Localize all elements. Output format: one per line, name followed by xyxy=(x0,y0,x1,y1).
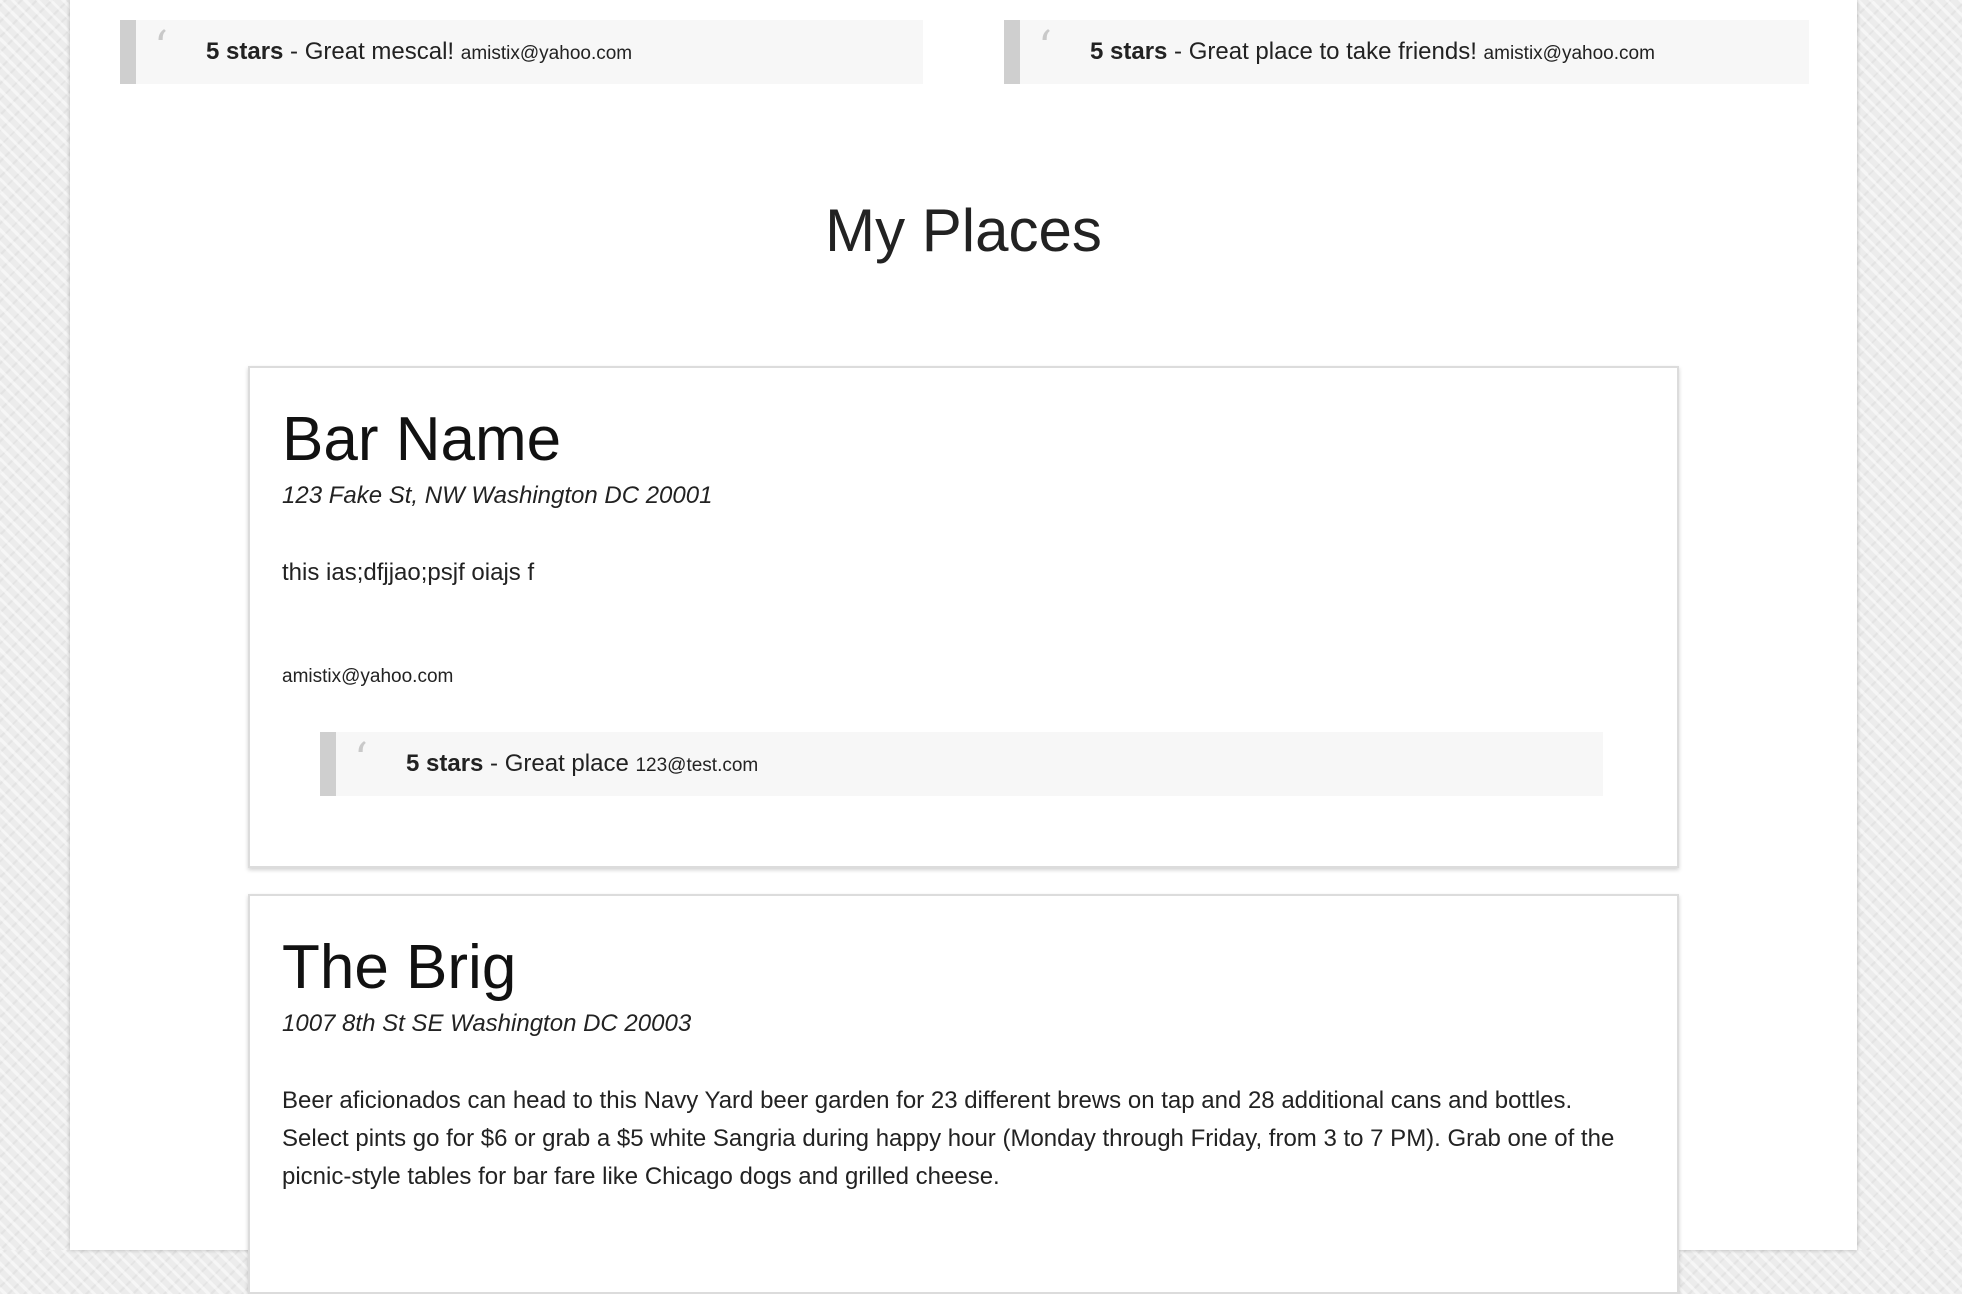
review-separator: - xyxy=(483,750,505,777)
place-description: Beer aficionados can head to this Navy Y… xyxy=(282,1087,1615,1190)
review-quote: ‘ 5 stars - Great place to take friends!… xyxy=(1004,20,1809,84)
review-comment: Great mescal! xyxy=(304,38,455,65)
place-address: 1007 8th St SE Washington DC 20003 xyxy=(282,1010,692,1037)
review-email: 123@test.com xyxy=(635,755,759,776)
review-stars: 5 stars xyxy=(206,38,284,65)
review-email: amistix@yahoo.com xyxy=(1483,43,1655,64)
review-separator: - xyxy=(283,38,305,65)
quote-mark-icon: ‘ xyxy=(1038,22,1052,73)
review-text: 5 stars - Great mescal! amistix@yahoo.co… xyxy=(206,38,632,66)
review-separator: - xyxy=(1167,38,1189,65)
review-quote: ‘ 5 stars - Great place 123@test.com xyxy=(320,732,1603,796)
review-email: amistix@yahoo.com xyxy=(460,43,633,64)
place-description: this ias;dfjjao;psjf oiajs f xyxy=(282,559,535,586)
review-stars: 5 stars xyxy=(1090,38,1168,65)
top-reviews: ‘ 5 stars - Great mescal! amistix@yahoo.… xyxy=(120,20,1809,84)
review-stars: 5 stars xyxy=(406,750,484,777)
review-comment: Great place to take friends! xyxy=(1188,38,1477,65)
review-text: 5 stars - Great place to take friends! a… xyxy=(1090,38,1655,66)
quote-mark-icon: ‘ xyxy=(354,734,368,785)
place-card: Bar Name 123 Fake St, NW Washington DC 2… xyxy=(248,366,1679,868)
place-name: The Brig xyxy=(282,933,517,1002)
page-container: ‘ 5 stars - Great mescal! amistix@yahoo.… xyxy=(70,0,1857,1294)
section-title: My Places xyxy=(825,197,1102,264)
review-comment: Great place xyxy=(504,750,629,777)
quote-mark-icon: ‘ xyxy=(154,22,168,73)
review-text: 5 stars - Great place 123@test.com xyxy=(406,750,758,778)
place-card: The Brig 1007 8th St SE Washington DC 20… xyxy=(248,894,1679,1294)
place-address: 123 Fake St, NW Washington DC 20001 xyxy=(282,482,713,509)
place-owner-email: amistix@yahoo.com xyxy=(282,666,454,687)
place-name: Bar Name xyxy=(282,405,562,474)
review-quote: ‘ 5 stars - Great mescal! amistix@yahoo.… xyxy=(120,20,923,84)
